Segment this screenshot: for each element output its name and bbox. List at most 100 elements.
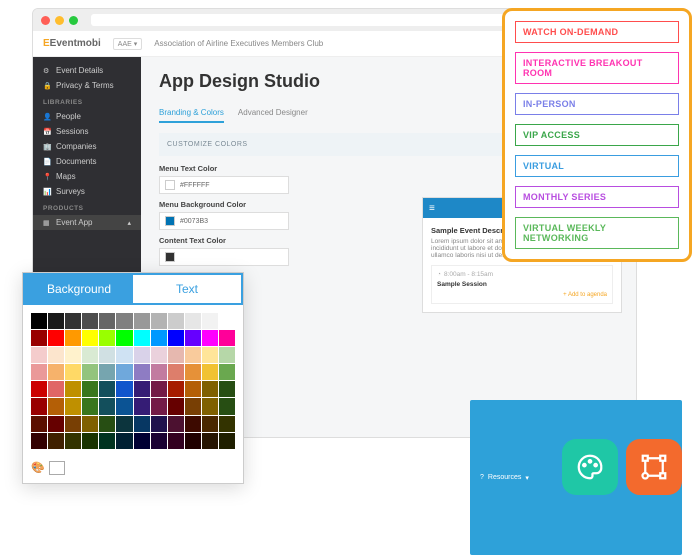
color-cell[interactable] <box>151 364 167 380</box>
color-cell[interactable] <box>82 364 98 380</box>
color-cell[interactable] <box>168 347 184 363</box>
color-cell[interactable] <box>202 364 218 380</box>
color-cell[interactable] <box>151 330 167 346</box>
color-cell[interactable] <box>219 416 235 432</box>
color-cell[interactable] <box>202 416 218 432</box>
sidebar-item[interactable]: 🔒Privacy & Terms <box>33 78 141 93</box>
color-cell[interactable] <box>202 330 218 346</box>
color-cell[interactable] <box>168 433 184 449</box>
color-cell[interactable] <box>151 416 167 432</box>
tag-pill[interactable]: INTERACTIVE BREAKOUT ROOM <box>515 52 679 84</box>
tag-pill[interactable]: IN-PERSON <box>515 93 679 115</box>
color-cell[interactable] <box>168 330 184 346</box>
sidebar-item[interactable]: 📄Documents <box>33 154 141 169</box>
color-cell[interactable] <box>202 398 218 414</box>
color-cell[interactable] <box>99 330 115 346</box>
color-input[interactable]: #0073B3 <box>159 212 289 230</box>
color-cell[interactable] <box>48 313 64 329</box>
color-cell[interactable] <box>82 416 98 432</box>
color-cell[interactable] <box>185 398 201 414</box>
color-cell[interactable] <box>31 347 47 363</box>
picker-tab-text[interactable]: Text <box>133 275 241 303</box>
color-cell[interactable] <box>219 330 235 346</box>
color-cell[interactable] <box>219 364 235 380</box>
tab-advanced[interactable]: Advanced Designer <box>238 104 308 123</box>
color-cell[interactable] <box>65 313 81 329</box>
tag-pill[interactable]: MONTHLY SERIES <box>515 186 679 208</box>
tag-pill[interactable]: VIRTUAL WEEKLY NETWORKING <box>515 217 679 249</box>
color-cell[interactable] <box>116 416 132 432</box>
zoom-dot[interactable] <box>69 16 78 25</box>
color-cell[interactable] <box>82 381 98 397</box>
preview-add-link[interactable]: + Add to agenda <box>437 292 607 298</box>
color-cell[interactable] <box>185 313 201 329</box>
vector-tool-button[interactable] <box>626 439 682 495</box>
picker-tab-background[interactable]: Background <box>25 275 133 303</box>
sidebar-item[interactable]: 🏢Companies <box>33 139 141 154</box>
color-cell[interactable] <box>65 398 81 414</box>
color-cell[interactable] <box>82 347 98 363</box>
color-cell[interactable] <box>185 347 201 363</box>
palette-tool-button[interactable] <box>562 439 618 495</box>
color-cell[interactable] <box>219 398 235 414</box>
color-cell[interactable] <box>99 416 115 432</box>
sidebar-item[interactable]: ⚙Event Details <box>33 63 141 78</box>
color-cell[interactable] <box>99 433 115 449</box>
color-cell[interactable] <box>65 416 81 432</box>
color-cell[interactable] <box>82 313 98 329</box>
color-cell[interactable] <box>168 381 184 397</box>
org-select[interactable]: AAE ▾ <box>113 38 142 50</box>
color-cell[interactable] <box>185 416 201 432</box>
tag-pill[interactable]: WATCH ON-DEMAND <box>515 21 679 43</box>
preview-session-card[interactable]: ◔8:00am - 8:15am Sample Session + Add to… <box>431 265 613 304</box>
color-cell[interactable] <box>65 330 81 346</box>
color-cell[interactable] <box>48 364 64 380</box>
color-cell[interactable] <box>65 364 81 380</box>
color-cell[interactable] <box>82 433 98 449</box>
color-cell[interactable] <box>99 398 115 414</box>
tab-branding[interactable]: Branding & Colors <box>159 104 224 123</box>
custom-color-box[interactable] <box>49 461 65 475</box>
palette-icon[interactable]: 🎨 <box>31 461 45 474</box>
color-cell[interactable] <box>65 433 81 449</box>
color-cell[interactable] <box>48 416 64 432</box>
color-cell[interactable] <box>168 313 184 329</box>
color-cell[interactable] <box>65 381 81 397</box>
color-cell[interactable] <box>185 330 201 346</box>
color-input[interactable] <box>159 248 289 266</box>
color-cell[interactable] <box>116 381 132 397</box>
sidebar-item[interactable]: 👤People <box>33 109 141 124</box>
color-cell[interactable] <box>48 330 64 346</box>
color-cell[interactable] <box>31 364 47 380</box>
color-cell[interactable] <box>219 381 235 397</box>
color-cell[interactable] <box>99 313 115 329</box>
color-cell[interactable] <box>134 398 150 414</box>
color-cell[interactable] <box>31 416 47 432</box>
color-cell[interactable] <box>48 433 64 449</box>
color-cell[interactable] <box>151 398 167 414</box>
color-cell[interactable] <box>202 433 218 449</box>
color-cell[interactable] <box>48 347 64 363</box>
color-input[interactable]: #FFFFFF <box>159 176 289 194</box>
color-cell[interactable] <box>219 313 235 329</box>
color-cell[interactable] <box>99 381 115 397</box>
color-cell[interactable] <box>65 347 81 363</box>
color-cell[interactable] <box>82 330 98 346</box>
color-cell[interactable] <box>151 313 167 329</box>
minimize-dot[interactable] <box>55 16 64 25</box>
close-dot[interactable] <box>41 16 50 25</box>
color-cell[interactable] <box>134 364 150 380</box>
color-cell[interactable] <box>219 433 235 449</box>
color-cell[interactable] <box>31 398 47 414</box>
color-cell[interactable] <box>116 398 132 414</box>
color-cell[interactable] <box>82 398 98 414</box>
color-cell[interactable] <box>134 381 150 397</box>
color-cell[interactable] <box>219 347 235 363</box>
color-cell[interactable] <box>134 330 150 346</box>
color-cell[interactable] <box>116 364 132 380</box>
color-cell[interactable] <box>99 347 115 363</box>
color-cell[interactable] <box>134 347 150 363</box>
color-cell[interactable] <box>202 381 218 397</box>
color-cell[interactable] <box>134 433 150 449</box>
color-cell[interactable] <box>202 313 218 329</box>
